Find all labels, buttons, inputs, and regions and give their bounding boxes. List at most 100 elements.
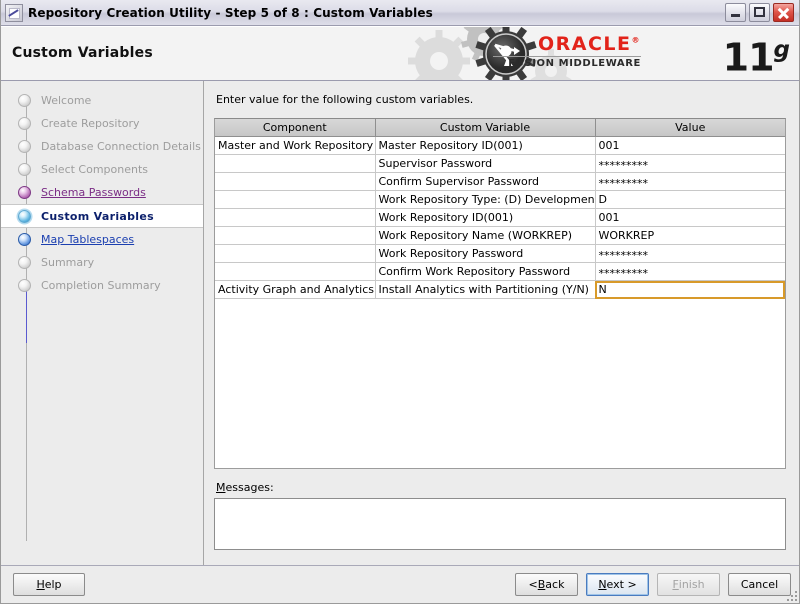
oracle-divider xyxy=(493,56,641,57)
cell-custom-variable[interactable]: Supervisor Password xyxy=(375,154,596,173)
custom-variables-table: Component Custom Variable Value Master a… xyxy=(215,119,785,299)
table-row[interactable]: Work Repository Password ********* xyxy=(215,244,785,263)
maximize-icon xyxy=(754,7,765,17)
instruction-text: Enter value for the following custom var… xyxy=(216,93,474,106)
masked-value: ********* xyxy=(598,159,649,172)
cell-value[interactable]: ********* xyxy=(595,154,785,173)
cell-custom-variable[interactable]: Confirm Supervisor Password xyxy=(375,172,596,191)
value-text: 001 xyxy=(598,139,620,152)
version-suffix: g xyxy=(773,37,791,63)
help-label: elp xyxy=(44,578,62,591)
table-body: Master and Work Repository Master Reposit… xyxy=(215,136,785,299)
cell-component[interactable] xyxy=(215,226,376,245)
cell-value[interactable]: WORKREP xyxy=(595,226,785,245)
cancel-button[interactable]: Cancel xyxy=(728,573,791,596)
cell-component[interactable] xyxy=(215,262,376,281)
sidebar-item-schema-passwords[interactable]: Schema Passwords xyxy=(1,181,203,204)
table-row[interactable]: Supervisor Password ********* xyxy=(215,154,785,173)
cell-value[interactable]: ********* xyxy=(595,244,785,263)
table-row[interactable]: Work Repository ID(001) 001 xyxy=(215,208,785,227)
cell-custom-variable[interactable]: Work Repository Name (WORKREP) xyxy=(375,226,596,245)
maximize-button[interactable] xyxy=(749,3,770,22)
step-status-icon xyxy=(18,163,31,176)
cell-component[interactable] xyxy=(215,154,376,173)
column-header-value[interactable]: Value xyxy=(595,119,785,137)
back-mnemonic: B xyxy=(537,578,546,591)
back-label: ack xyxy=(545,578,565,591)
help-mnemonic: H xyxy=(36,578,45,591)
table-row[interactable]: Confirm Supervisor Password ********* xyxy=(215,172,785,191)
cell-custom-variable[interactable]: Work Repository Password xyxy=(375,244,596,263)
finish-label: inish xyxy=(678,578,705,591)
fusion-middleware-text: FUSION MIDDLEWARE xyxy=(508,58,641,69)
sidebar-item-label: Completion Summary xyxy=(41,279,161,292)
step-status-icon xyxy=(18,279,31,292)
cell-value[interactable]: D xyxy=(595,190,785,209)
oracle-version: 11g xyxy=(722,31,791,80)
cell-value[interactable]: ********* xyxy=(595,262,785,281)
sidebar-item-database-connection-details: Database Connection Details xyxy=(1,135,203,158)
page-banner: Custom Variables ORACLE® FUSION MIDDLEWA… xyxy=(1,26,799,81)
oracle-logo: ORACLE® FUSION MIDDLEWARE xyxy=(493,33,641,69)
messages-box[interactable] xyxy=(214,498,786,550)
cell-custom-variable[interactable]: Confirm Work Repository Password xyxy=(375,262,596,281)
step-status-icon xyxy=(18,209,31,223)
table-row[interactable]: Work Repository Name (WORKREP) WORKREP xyxy=(215,226,785,245)
sidebar-item-custom-variables[interactable]: Custom Variables xyxy=(1,204,203,228)
step-status-icon xyxy=(18,256,31,269)
close-button[interactable] xyxy=(773,3,794,22)
finish-button: Finish xyxy=(657,573,720,596)
cell-value[interactable]: 001 xyxy=(595,208,785,227)
oracle-text: ORACLE xyxy=(537,33,632,55)
value-text: D xyxy=(598,193,607,206)
cell-component[interactable] xyxy=(215,190,376,209)
sidebar-item-completion-summary: Completion Summary xyxy=(1,274,203,297)
cell-value[interactable]: ********* xyxy=(595,172,785,191)
version-number: 11 xyxy=(722,35,775,80)
cancel-label: Cancel xyxy=(740,578,779,591)
cell-value[interactable]: 001 xyxy=(595,136,785,155)
cell-component[interactable]: Master and Work Repository xyxy=(215,136,376,155)
cell-component[interactable] xyxy=(215,244,376,263)
sidebar-item-label: Create Repository xyxy=(41,117,140,130)
table-row[interactable]: Confirm Work Repository Password ********… xyxy=(215,262,785,281)
cell-component[interactable] xyxy=(215,208,376,227)
wizard-step-sidebar: Welcome Create Repository Database Connect… xyxy=(1,81,204,565)
cell-custom-variable[interactable]: Work Repository Type: (D) Developmen... xyxy=(375,190,596,209)
window-titlebar: Repository Creation Utility - Step 5 of … xyxy=(1,0,799,26)
help-button[interactable]: Help xyxy=(13,573,85,596)
step-status-icon xyxy=(18,233,31,246)
table-row[interactable]: Master and Work Repository Master Reposit… xyxy=(215,136,785,155)
cell-component[interactable] xyxy=(215,172,376,191)
main-panel: Enter value for the following custom var… xyxy=(204,81,799,565)
cell-custom-variable[interactable]: Master Repository ID(001) xyxy=(375,136,596,155)
next-button[interactable]: Next > xyxy=(586,573,649,596)
sidebar-item-label: Database Connection Details xyxy=(41,140,201,153)
next-label: ext > xyxy=(606,578,637,591)
cell-component[interactable]: Activity Graph and Analytics xyxy=(215,280,376,299)
table-row[interactable]: Work Repository Type: (D) Developmen... D xyxy=(215,190,785,209)
sidebar-item-welcome: Welcome xyxy=(1,89,203,112)
step-status-icon xyxy=(18,140,31,153)
sidebar-item-label: Select Components xyxy=(41,163,149,176)
cell-custom-variable[interactable]: Install Analytics with Partitioning (Y/N… xyxy=(375,280,596,299)
sidebar-item-select-components: Select Components xyxy=(1,158,203,181)
sidebar-item-label: Map Tablespaces xyxy=(41,233,135,246)
sidebar-item-label: Welcome xyxy=(41,94,92,107)
application-window: Repository Creation Utility - Step 5 of … xyxy=(0,0,800,604)
column-header-component[interactable]: Component xyxy=(215,119,376,137)
sidebar-item-map-tablespaces[interactable]: Map Tablespaces xyxy=(1,228,203,251)
table-row[interactable]: Activity Graph and Analytics Install Anal… xyxy=(215,280,785,299)
back-button[interactable]: < Back xyxy=(515,573,578,596)
table-header-row: Component Custom Variable Value xyxy=(215,119,785,137)
minimize-button[interactable] xyxy=(725,3,746,22)
cell-value[interactable]: N xyxy=(595,280,785,299)
next-mnemonic: N xyxy=(598,578,607,591)
cell-custom-variable[interactable]: Work Repository ID(001) xyxy=(375,208,596,227)
sidebar-item-label: Summary xyxy=(41,256,95,269)
column-header-custom-variable[interactable]: Custom Variable xyxy=(375,119,596,137)
step-status-icon xyxy=(18,94,31,107)
resize-grip[interactable] xyxy=(785,589,797,601)
messages-label-rest: essages: xyxy=(225,481,274,494)
custom-variables-table-container[interactable]: Component Custom Variable Value Master a… xyxy=(214,118,786,469)
